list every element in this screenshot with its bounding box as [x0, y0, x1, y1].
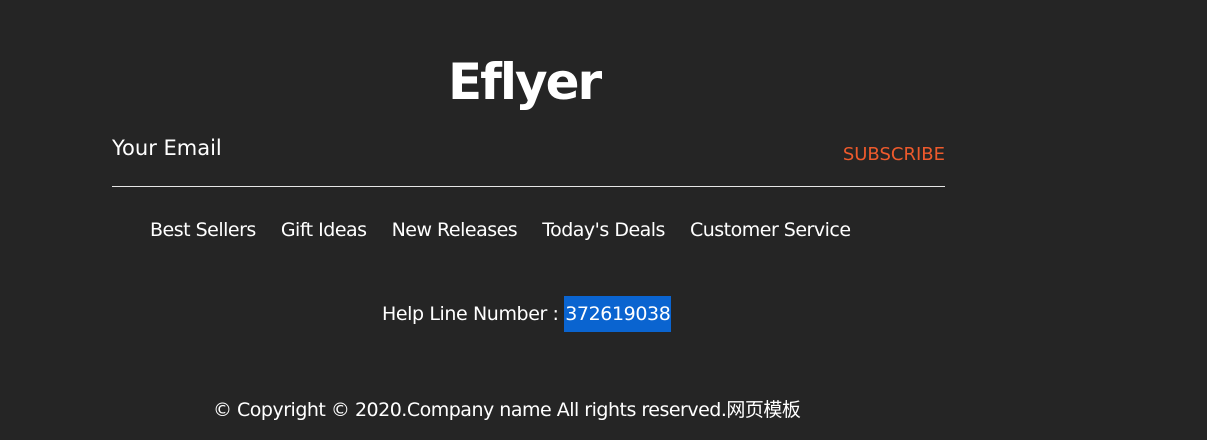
- nav-link-todays-deals[interactable]: Today's Deals: [542, 214, 665, 246]
- nav-link-new-releases[interactable]: New Releases: [392, 214, 518, 246]
- help-line-label: Help Line Number :: [382, 303, 565, 325]
- eflyer-logo[interactable]: Eflyer: [448, 50, 608, 114]
- nav-link-customer-service[interactable]: Customer Service: [690, 214, 851, 246]
- footer-nav: Best Sellers Gift Ideas New Releases Tod…: [150, 214, 851, 246]
- nav-link-best-sellers[interactable]: Best Sellers: [150, 214, 256, 246]
- nav-link-gift-ideas[interactable]: Gift Ideas: [281, 214, 367, 246]
- email-input[interactable]: [112, 130, 752, 166]
- subscribe-button[interactable]: SUBSCRIBE: [843, 142, 945, 168]
- help-line: Help Line Number : 372619038: [382, 296, 672, 332]
- copyright-text: © Copyright © 2020.Company name All righ…: [213, 399, 801, 421]
- help-line-number[interactable]: 372619038: [564, 296, 672, 332]
- newsletter-form: SUBSCRIBE: [112, 130, 945, 187]
